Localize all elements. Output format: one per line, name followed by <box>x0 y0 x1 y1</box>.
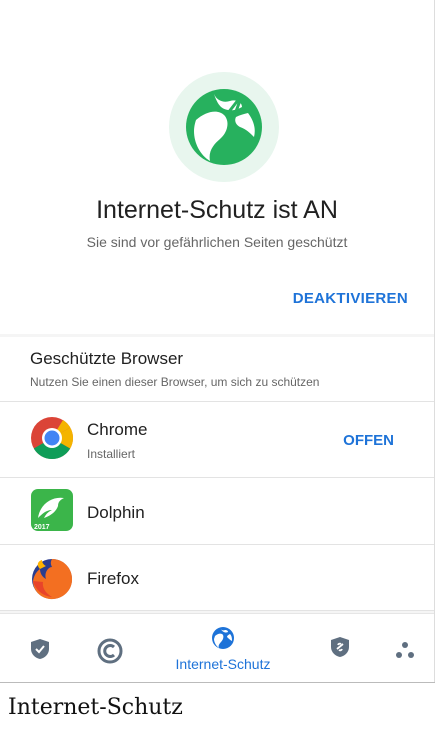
chrome-icon <box>31 417 74 459</box>
browser-name: Chrome <box>87 420 148 439</box>
section-title: Geschützte Browser <box>30 349 184 368</box>
copyright-scan-icon <box>97 638 123 664</box>
caption-divider <box>0 682 435 683</box>
firefox-icon <box>32 559 73 600</box>
divider <box>0 610 434 611</box>
protected-globe-icon <box>186 89 262 165</box>
screen-caption: Internet-Schutz <box>8 695 183 720</box>
nav-web-shield[interactable] <box>320 614 360 682</box>
shield-check-icon <box>31 639 49 659</box>
section-subtitle: Nutzen Sie einen dieser Browser, um sich… <box>30 375 320 389</box>
list-item-chrome[interactable]: Chrome Installiert OFFEN <box>0 402 434 470</box>
app-screen: Internet-Schutz ist AN Sie sind vor gefä… <box>0 0 435 682</box>
protected-browsers-section: Geschützte Browser Nutzen Sie einen dies… <box>0 337 434 611</box>
nav-security[interactable] <box>20 614 60 682</box>
list-item-firefox[interactable]: Firefox <box>0 545 434 613</box>
more-dots-icon <box>396 642 414 658</box>
deactivate-button[interactable]: DEAKTIVIEREN <box>293 290 408 307</box>
protection-status-title: Internet-Schutz ist AN <box>96 196 338 224</box>
nav-internet-protection[interactable]: Internet-Schutz <box>158 614 288 682</box>
open-button[interactable]: OFFEN <box>343 432 394 449</box>
nav-active-label: Internet-Schutz <box>175 656 271 672</box>
internet-protection-icon <box>212 627 234 649</box>
browser-name: Dolphin <box>87 503 145 522</box>
svg-text:2017: 2017 <box>34 524 50 531</box>
nav-scan[interactable] <box>90 614 130 682</box>
protection-status-subtitle: Sie sind vor gefährlichen Seiten geschüt… <box>86 234 348 250</box>
protection-status-card: Internet-Schutz ist AN Sie sind vor gefä… <box>0 0 434 334</box>
list-item-dolphin[interactable]: 2017 Dolphin <box>0 478 434 546</box>
bottom-navigation: Internet-Schutz <box>0 613 434 682</box>
shield-link-icon <box>331 637 349 657</box>
browser-status: Installiert <box>87 447 136 461</box>
dolphin-icon: 2017 <box>31 489 73 531</box>
browser-name: Firefox <box>87 569 139 588</box>
nav-more[interactable] <box>385 614 425 682</box>
